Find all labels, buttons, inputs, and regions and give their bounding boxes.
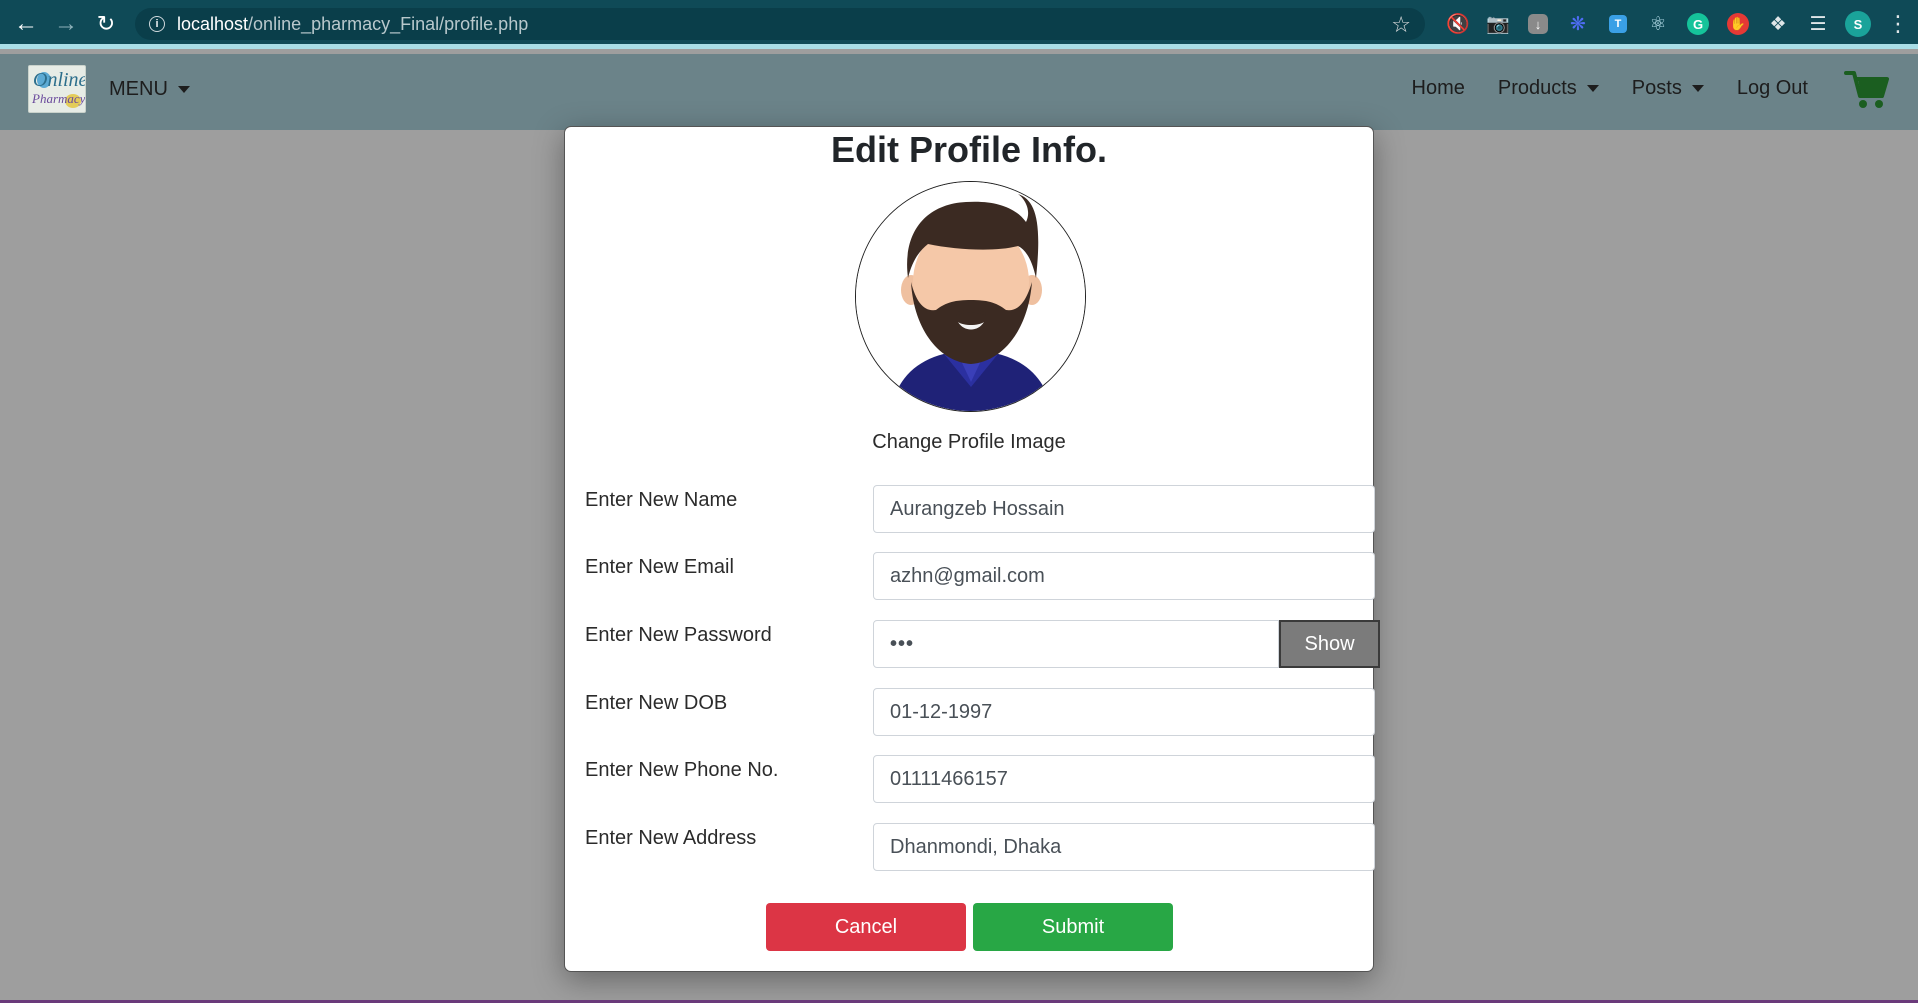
address-bar[interactable]: i localhost/online_pharmacy_Final/profil… xyxy=(135,8,1425,40)
chevron-down-icon xyxy=(177,86,190,93)
site-logo[interactable]: Online Pharmacy xyxy=(28,65,86,113)
extensions-bar: 🔇 📷 ↓ ❋ T ⚛ G ✋ ❖ ☰ S ⋮ xyxy=(1438,8,1918,40)
browser-toolbar: ← → ↻ i localhost/online_pharmacy_Final/… xyxy=(0,0,1918,49)
chevron-down-icon xyxy=(1586,84,1599,92)
email-input[interactable]: azhn@gmail.com xyxy=(873,552,1375,600)
dob-row: Enter New DOB 01-12-1997 xyxy=(585,688,1375,736)
forward-icon[interactable]: → xyxy=(46,4,86,44)
more-menu-icon[interactable]: ⋮ xyxy=(1878,8,1918,40)
cart-icon[interactable] xyxy=(1844,68,1890,110)
profile-avatar-image[interactable] xyxy=(855,181,1086,412)
bearded-man-avatar-icon xyxy=(856,182,1085,411)
back-icon[interactable]: ← xyxy=(6,4,46,44)
chevron-down-icon xyxy=(1691,84,1704,92)
nav-links: Home Products Posts Log Out xyxy=(1379,72,1809,104)
email-row: Enter New Email azhn@gmail.com xyxy=(585,552,1375,600)
menu-label: MENU xyxy=(109,78,168,100)
nav-posts[interactable]: Posts xyxy=(1632,72,1704,104)
nav-products[interactable]: Products xyxy=(1498,72,1599,104)
nav-posts-label: Posts xyxy=(1631,76,1682,99)
site-navbar: Online Pharmacy MENU Home Products Posts… xyxy=(0,54,1918,130)
change-profile-image-link[interactable]: Change Profile Image xyxy=(565,431,1373,454)
bookmark-star-icon[interactable]: ☆ xyxy=(1391,12,1411,38)
name-row: Enter New Name Aurangzeb Hossain xyxy=(585,485,1375,533)
react-devtools-icon[interactable]: ⚛ xyxy=(1638,8,1678,40)
name-input[interactable]: Aurangzeb Hossain xyxy=(873,485,1375,533)
url-host: localhost xyxy=(177,13,249,34)
grammarly-icon[interactable]: G xyxy=(1678,8,1718,40)
name-label: Enter New Name xyxy=(585,489,738,511)
nav-products-label: Products xyxy=(1497,76,1577,99)
show-password-button[interactable]: Show xyxy=(1279,620,1380,668)
address-label: Enter New Address xyxy=(585,827,757,849)
puzzle-extensions-icon[interactable]: ❖ xyxy=(1758,8,1798,40)
profile-avatar[interactable]: S xyxy=(1838,8,1878,40)
phone-input[interactable]: 01111466157 xyxy=(873,755,1375,803)
password-input[interactable]: ••• xyxy=(873,620,1279,668)
logo-text-bottom: Pharmacy xyxy=(32,91,86,106)
url-path: /online_pharmacy_Final/profile.php xyxy=(248,13,529,34)
nav-home[interactable]: Home xyxy=(1412,72,1465,104)
download-extension-icon[interactable]: ↓ xyxy=(1518,8,1558,40)
dob-input[interactable]: 01-12-1997 xyxy=(873,688,1375,736)
submit-button[interactable]: Submit xyxy=(973,903,1173,951)
cancel-button[interactable]: Cancel xyxy=(766,903,966,951)
nav-logout[interactable]: Log Out xyxy=(1737,72,1808,104)
camera-icon[interactable]: 📷 xyxy=(1478,8,1518,40)
phone-label: Enter New Phone No. xyxy=(585,759,779,781)
translate-extension-icon[interactable]: T xyxy=(1598,8,1638,40)
mute-tab-icon[interactable]: 🔇 xyxy=(1438,8,1478,40)
address-row: Enter New Address Dhanmondi, Dhaka xyxy=(585,823,1375,871)
dob-label: Enter New DOB xyxy=(585,692,728,714)
reload-icon[interactable]: ↻ xyxy=(86,4,126,44)
modal-title: Edit Profile Info. xyxy=(831,129,1107,170)
site-info-icon[interactable]: i xyxy=(149,16,165,32)
logo-text-top: Online xyxy=(33,69,86,91)
email-label: Enter New Email xyxy=(585,556,734,578)
gear-extension-icon[interactable]: ❋ xyxy=(1558,8,1598,40)
password-row: Enter New Password ••• Show xyxy=(585,620,1380,668)
address-input[interactable]: Dhanmondi, Dhaka xyxy=(873,823,1375,871)
edit-profile-modal: Edit Profile Info. Change Profile Image xyxy=(564,126,1380,972)
password-label: Enter New Password xyxy=(585,624,772,646)
stop-extension-icon[interactable]: ✋ xyxy=(1718,8,1758,40)
menu-dropdown[interactable]: MENU xyxy=(109,78,190,101)
phone-row: Enter New Phone No. 01111466157 xyxy=(585,755,1375,803)
reading-list-icon[interactable]: ☰ xyxy=(1798,8,1838,40)
